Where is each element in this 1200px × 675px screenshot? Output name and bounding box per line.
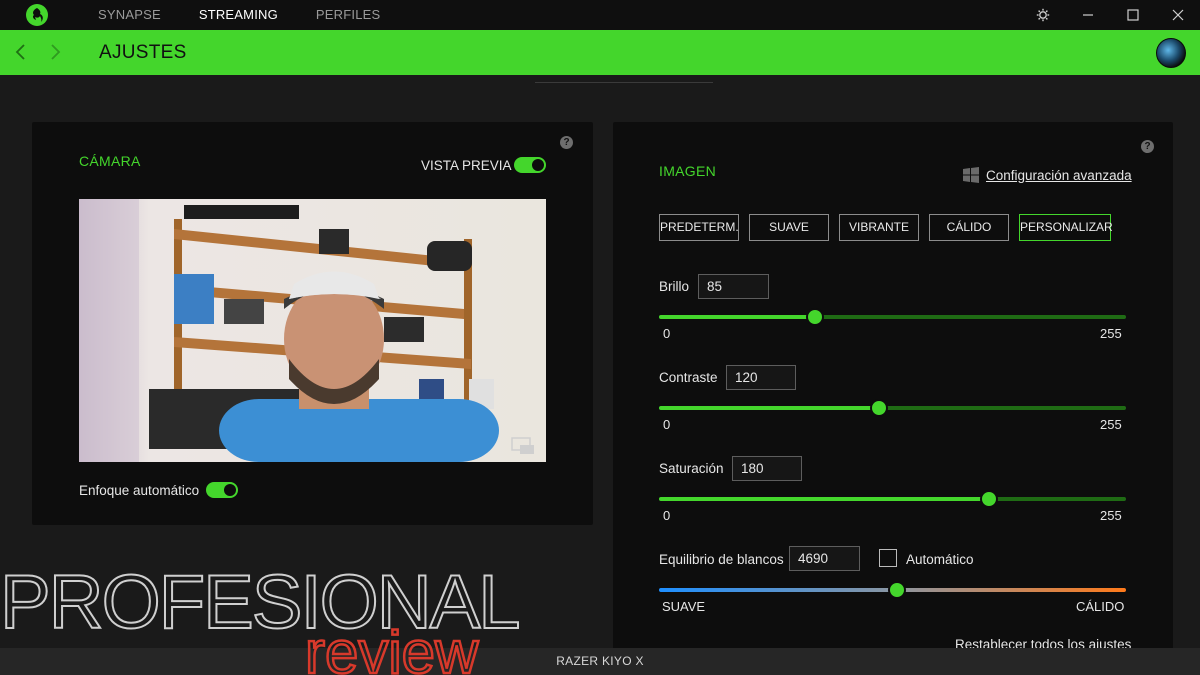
- brightness-slider-track[interactable]: [659, 315, 1126, 319]
- saturation-slider-track[interactable]: [659, 497, 1126, 501]
- contrast-slider-track[interactable]: [659, 406, 1126, 410]
- divider: [535, 82, 713, 83]
- user-avatar[interactable]: [1156, 38, 1186, 68]
- autofocus-label: Enfoque automático: [79, 483, 200, 498]
- image-panel: ? IMAGEN Configuración avanzada PREDETER…: [613, 122, 1173, 652]
- advanced-settings-label: Configuración avanzada: [986, 167, 1132, 183]
- page-header: AJUSTES: [0, 30, 1200, 75]
- main-nav: SYNAPSE STREAMING PERFILES: [98, 0, 380, 30]
- saturation-label: Saturación: [659, 461, 724, 476]
- page-title: AJUSTES: [99, 42, 187, 63]
- settings-gear-icon[interactable]: [1020, 0, 1065, 30]
- windows-icon: [963, 167, 979, 183]
- brightness-slider-thumb[interactable]: [805, 308, 824, 326]
- camera-section-title: CÁMARA: [79, 153, 141, 169]
- device-status-bar: RAZER KIYO X: [0, 648, 1200, 675]
- white-balance-auto-label: Automático: [906, 552, 974, 567]
- title-bar: SYNAPSE STREAMING PERFILES: [0, 0, 1200, 30]
- contrast-input[interactable]: 120: [726, 365, 796, 390]
- preset-predeterm-button[interactable]: PREDETERM.: [659, 214, 739, 241]
- white-balance-max-label: CÁLIDO: [1076, 599, 1125, 614]
- white-balance-slider-thumb[interactable]: [888, 581, 907, 599]
- saturation-input[interactable]: 180: [732, 456, 802, 481]
- camera-panel: ? CÁMARA VISTA PREVIA Enfoque automático: [32, 122, 593, 525]
- white-balance-input[interactable]: 4690: [789, 546, 860, 571]
- window-controls: [1020, 0, 1200, 30]
- help-icon[interactable]: ?: [560, 136, 573, 149]
- preset-personalizar-button[interactable]: PERSONALIZAR: [1019, 214, 1113, 241]
- brightness-max-label: 255: [1100, 326, 1122, 341]
- razer-logo-icon: [26, 4, 48, 26]
- contrast-min-label: 0: [663, 417, 671, 432]
- preset-calido-button[interactable]: CÁLIDO: [929, 214, 1009, 241]
- white-balance-auto-checkbox[interactable]: [879, 549, 897, 567]
- watermark-line1: PROFESIONAL: [0, 560, 519, 645]
- contrast-slider-thumb[interactable]: [869, 399, 888, 417]
- preview-label: VISTA PREVIA: [421, 158, 512, 173]
- close-icon[interactable]: [1155, 0, 1200, 30]
- saturation-max-label: 255: [1100, 508, 1122, 523]
- brightness-label: Brillo: [659, 279, 690, 294]
- brightness-min-label: 0: [663, 326, 671, 341]
- tab-synapse[interactable]: SYNAPSE: [98, 0, 161, 30]
- contrast-max-label: 255: [1100, 417, 1122, 432]
- device-name: RAZER KIYO X: [556, 654, 644, 668]
- forward-arrow-icon[interactable]: [46, 41, 66, 63]
- camera-preview-image: [79, 199, 546, 462]
- preset-group: PREDETERM. SUAVE VIBRANTE CÁLIDO PERSONA…: [659, 214, 1113, 241]
- preview-toggle[interactable]: [514, 157, 546, 173]
- preset-vibrante-button[interactable]: VIBRANTE: [839, 214, 919, 241]
- minimize-icon[interactable]: [1065, 0, 1110, 30]
- back-arrow-icon[interactable]: [10, 41, 30, 63]
- help-icon[interactable]: ?: [1141, 140, 1154, 153]
- advanced-settings-link[interactable]: Configuración avanzada: [962, 166, 1132, 184]
- preset-suave-button[interactable]: SUAVE: [749, 214, 829, 241]
- tab-perfiles[interactable]: PERFILES: [316, 0, 380, 30]
- saturation-slider-thumb[interactable]: [979, 490, 998, 508]
- tab-streaming[interactable]: STREAMING: [199, 0, 278, 30]
- contrast-label: Contraste: [659, 370, 718, 385]
- image-section-title: IMAGEN: [659, 163, 717, 179]
- autofocus-toggle[interactable]: [206, 482, 238, 498]
- maximize-icon[interactable]: [1110, 0, 1155, 30]
- white-balance-min-label: SUAVE: [662, 599, 706, 614]
- white-balance-label: Equilibrio de blancos: [659, 552, 784, 567]
- saturation-min-label: 0: [663, 508, 671, 523]
- brightness-input[interactable]: 85: [698, 274, 769, 299]
